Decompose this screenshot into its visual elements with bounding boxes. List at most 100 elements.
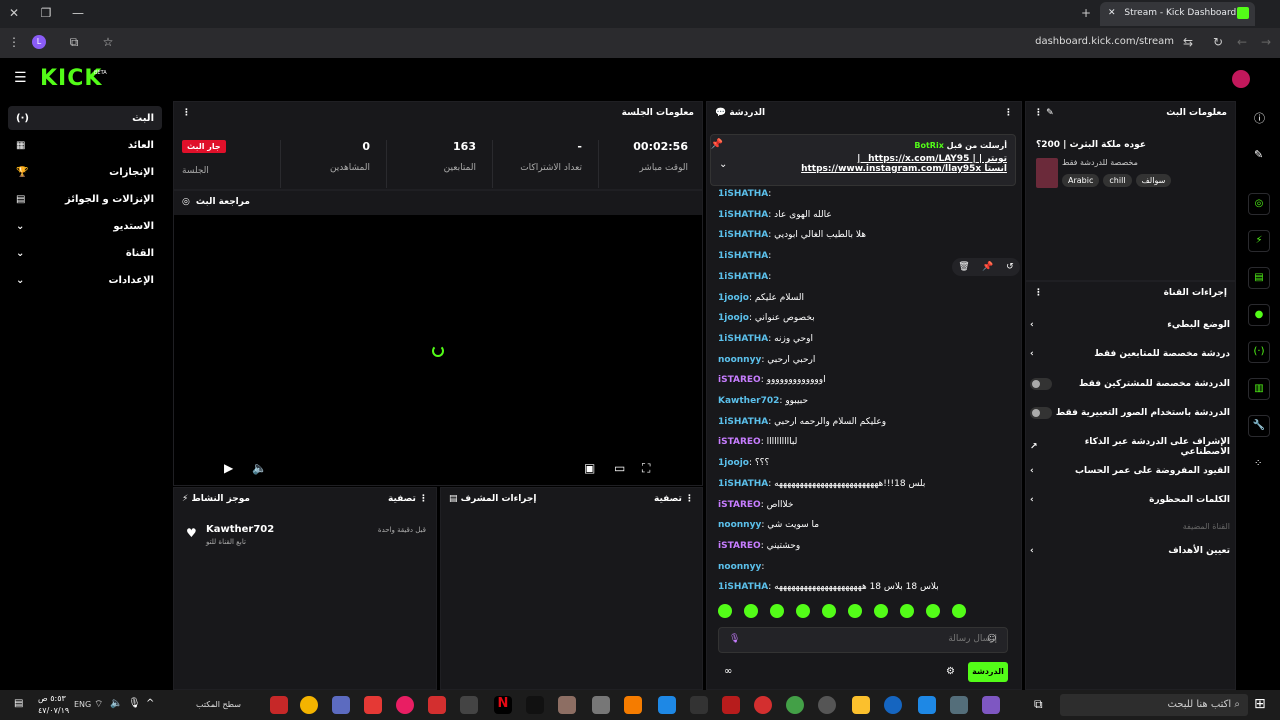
taskbar-app-icon[interactable] <box>818 696 836 714</box>
chat-username[interactable]: noonnyy <box>718 520 761 530</box>
url-field[interactable]: dashboard.kick.com/stream <box>1035 36 1174 47</box>
taskbar-app-icon[interactable] <box>332 696 350 714</box>
rail-more-icon[interactable]: ⁘ <box>1254 458 1262 469</box>
more-icon[interactable]: ⋮ <box>1004 108 1013 120</box>
taskbar-app-icon[interactable] <box>460 696 478 714</box>
back-icon[interactable]: → <box>1258 35 1274 49</box>
taskbar-app-icon[interactable] <box>950 696 968 714</box>
chat-message[interactable]: 1iSHATHA: بلس 18!!!ههههههههههههههههههههه… <box>718 479 925 489</box>
taskbar-app-icon[interactable] <box>624 696 642 714</box>
chat-username[interactable]: iSTAREO <box>718 375 761 385</box>
extensions-icon[interactable]: ⧉ <box>66 35 82 50</box>
chat-username[interactable]: 1iSHATHA <box>718 479 768 489</box>
chat-message[interactable]: noonnyy: ارحبي ارحبي <box>718 355 815 365</box>
task-view-icon[interactable]: ⧉ <box>1034 697 1043 712</box>
emote-icon[interactable] <box>718 604 732 618</box>
reload-icon[interactable]: ↻ <box>1210 35 1226 49</box>
chat-message[interactable]: 1iSHATHA: وعليكم السلام والرحمه ارحبي <box>718 417 886 427</box>
rail-wrench-icon[interactable]: 🔧 <box>1248 415 1270 437</box>
new-tab-icon[interactable]: + <box>1078 6 1094 20</box>
emote-icon[interactable] <box>770 604 784 618</box>
action-set-goals[interactable]: تعيين الأهداف › <box>1030 546 1230 556</box>
chat-username[interactable]: iSTAREO <box>718 541 761 551</box>
emote-icon[interactable] <box>822 604 836 618</box>
chat-message[interactable]: Kawther702: حبيبوو <box>718 396 808 406</box>
chat-message[interactable]: 1iSHATHA: <box>718 251 771 261</box>
rail-chat-icon[interactable]: ● <box>1248 304 1270 326</box>
nav-item-achievements[interactable]: 🏆 الإنجازات <box>8 160 162 184</box>
category-thumbnail[interactable] <box>1036 158 1058 188</box>
settings-gear-icon[interactable]: ⚙ <box>946 666 955 677</box>
emote-icon[interactable] <box>952 604 966 618</box>
action-ai-moderation[interactable]: الإشراف على الدردشة عبر الذكاء الاصطناعي… <box>1030 437 1230 457</box>
chat-username[interactable]: iSTAREO <box>718 437 761 447</box>
pinned-text-line2[interactable]: انستا https://www.instagram.com/llay95x <box>719 164 1007 174</box>
filter-button[interactable]: تصفية <box>388 494 416 504</box>
chat-message[interactable]: 1iSHATHA: هلا بالطيب الغالي ابوديي <box>718 230 866 240</box>
pin-icon[interactable]: 📌 <box>711 139 723 150</box>
pinned-user[interactable]: BotRix <box>914 141 943 150</box>
chat-message[interactable]: 1joojo: بخصوص عنواني <box>718 313 815 323</box>
tab-close-icon[interactable]: ✕ <box>1108 8 1116 18</box>
chevron-down-icon[interactable]: ⌄ <box>719 159 727 170</box>
emote-icon[interactable] <box>900 604 914 618</box>
menu-dots-icon[interactable]: ⋮ <box>6 35 22 49</box>
minimize-window-icon[interactable]: — <box>70 6 86 20</box>
chat-message[interactable]: iSTAREO: خلاااص <box>718 500 793 510</box>
nav-item-drops[interactable]: ▤ الإنزالات و الجوائز <box>8 187 162 211</box>
more-icon[interactable]: ⋮ ✎ <box>1034 108 1054 120</box>
taskbar-app-icon[interactable] <box>722 696 740 714</box>
chat-message[interactable]: 1joojo: السلام عليكم <box>718 293 804 303</box>
pinned-message[interactable]: أرسلت من قبل BotRix تويتر | | https://x.… <box>710 134 1016 186</box>
pip-icon[interactable]: ▣ <box>584 461 595 475</box>
more-icon[interactable]: ⋮ <box>419 494 428 504</box>
emoji-icon[interactable]: ☺ <box>987 634 996 644</box>
chat-input[interactable]: إرسال رسالة 🎙 ☺ <box>718 627 1008 653</box>
chrome-icon[interactable] <box>786 696 804 714</box>
rail-document-icon[interactable]: ▤ <box>1248 267 1270 289</box>
pin-icon[interactable]: 📌 <box>982 262 993 272</box>
chat-message[interactable]: noonnyy: ما سويت شي <box>718 520 819 530</box>
nav-item-revenue[interactable]: ▦ العائد <box>8 133 162 157</box>
action-followers-only[interactable]: دردشة مخصصة للمتابعين فقط › <box>1030 349 1230 359</box>
chat-username[interactable]: noonnyy <box>718 562 761 572</box>
chat-message[interactable]: 1joojo: ؟؟؟ <box>718 458 769 468</box>
tag[interactable]: chill <box>1103 174 1132 187</box>
opera-icon[interactable] <box>754 696 772 714</box>
taskbar-app-icon[interactable] <box>364 696 382 714</box>
activity-user[interactable]: Kawther702 <box>206 524 274 535</box>
restore-window-icon[interactable]: ❐ <box>38 6 54 20</box>
volume-icon[interactable]: 🔈 <box>110 698 122 709</box>
rail-target-icon[interactable]: ◎ <box>1248 193 1270 215</box>
netflix-icon[interactable]: N <box>494 696 512 714</box>
chat-message[interactable]: 1iSHATHA: بلاس 18 بلاس 18 هههههههههههههه… <box>718 582 939 592</box>
emote-icon[interactable] <box>926 604 940 618</box>
desktop-label[interactable]: سطح المكتب <box>196 700 241 709</box>
theater-icon[interactable]: ▭ <box>614 461 625 475</box>
emote-icon[interactable] <box>874 604 888 618</box>
notification-icon[interactable]: ▤ <box>14 698 23 709</box>
chat-username[interactable]: 1joojo <box>718 313 749 323</box>
action-slow-mode[interactable]: الوضع البطيء › <box>1030 320 1230 330</box>
chat-username[interactable]: 1iSHATHA <box>718 189 768 199</box>
filter-button[interactable]: تصفية <box>654 494 682 504</box>
taskbar-search[interactable]: ⌕ اكتب هنا للبحث <box>1060 694 1248 716</box>
chat-message[interactable]: 1iSHATHA: عالله الهوى عاد <box>718 210 832 220</box>
volume-icon[interactable]: 🔈 <box>252 461 267 475</box>
action-account-age[interactable]: القيود المفروضة على عمر الحساب › <box>1030 466 1230 476</box>
chat-username[interactable]: Kawther702 <box>718 396 779 406</box>
infinity-icon[interactable]: ∞ <box>724 666 732 677</box>
chat-message[interactable]: iSTAREO: لباااااااااا <box>718 437 797 447</box>
chat-username[interactable]: 1iSHATHA <box>718 334 768 344</box>
emote-icon[interactable] <box>796 604 810 618</box>
chat-message[interactable]: 1iSHATHA: اوحي وزنه <box>718 334 813 344</box>
taskbar-app-icon[interactable] <box>396 696 414 714</box>
chat-message[interactable]: noonnyy: <box>718 562 764 572</box>
undo-icon[interactable]: ↺ <box>1006 262 1014 272</box>
chat-username[interactable]: noonnyy <box>718 355 761 365</box>
chrome-icon[interactable] <box>300 696 318 714</box>
wifi-icon[interactable]: ⌔ <box>94 698 103 711</box>
info-icon[interactable]: ⓘ <box>1254 110 1265 126</box>
clock-time[interactable]: ٥:٥٣ ص <box>38 694 66 703</box>
mic-icon[interactable]: 🎙 <box>729 634 740 644</box>
